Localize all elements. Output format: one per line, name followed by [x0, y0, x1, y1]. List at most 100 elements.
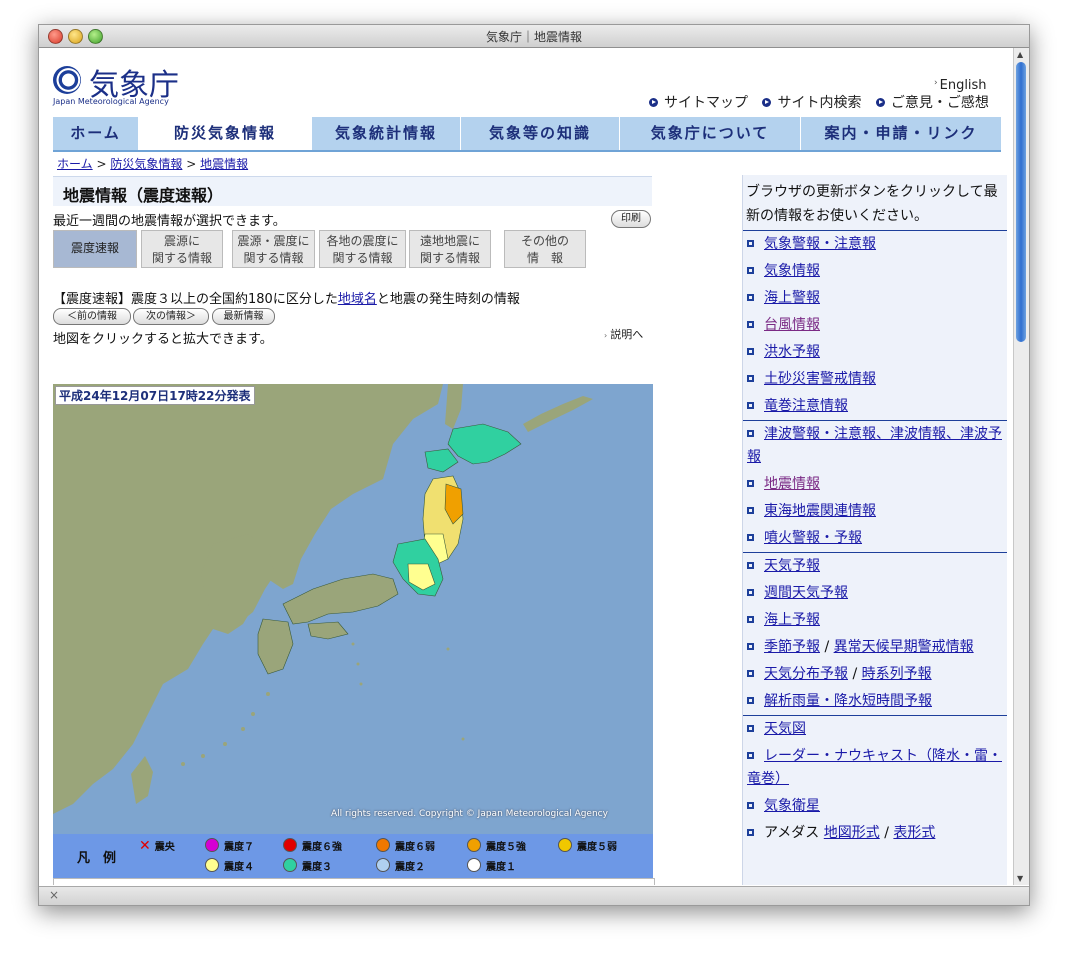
nav-home[interactable]: ホーム	[53, 117, 139, 150]
bullet-icon	[747, 480, 754, 487]
tab-local-intensity-info[interactable]: 各地の震度に 関する情報	[319, 230, 406, 268]
bullet-icon	[747, 697, 754, 704]
legend-item-3: 震度３	[283, 858, 332, 873]
tab-epicenter-info[interactable]: 震源に 関する情報	[141, 230, 223, 268]
nav-about[interactable]: 気象庁について	[620, 117, 801, 150]
feedback-link[interactable]: ご意見・ご感想	[875, 95, 989, 111]
bullet-icon	[747, 589, 754, 596]
breadcrumb-earthquake[interactable]: 地震情報	[200, 157, 248, 171]
tab-shindo-sokuho[interactable]: 震度速報	[53, 230, 137, 268]
legend-item-6plus: 震度６強	[283, 838, 342, 853]
sidebar-item: 天気図	[743, 716, 1007, 743]
breadcrumb-home[interactable]: ホーム	[57, 157, 93, 171]
next-info-button[interactable]: 次の情報＞	[133, 308, 209, 325]
explanation-link[interactable]: › 説明へ	[604, 326, 643, 342]
sidebar-item: 気象情報	[743, 258, 1007, 285]
sidebar-item: 台風情報	[743, 312, 1007, 339]
color-swatch-icon	[467, 858, 481, 872]
latest-info-button[interactable]: 最新情報	[212, 308, 275, 325]
color-swatch-icon	[376, 838, 390, 852]
bullet-icon	[747, 321, 754, 328]
color-swatch-icon	[467, 838, 481, 852]
link-satellite[interactable]: 気象衛星	[764, 798, 820, 814]
tab-epicenter-intensity-info[interactable]: 震源・震度に 関する情報	[232, 230, 315, 268]
legend-item-1: 震度１	[467, 858, 516, 873]
map-date-label: 平成24年12月07日17時22分発表	[55, 386, 255, 405]
intensity-map[interactable]: 平成24年12月07日17時22分発表 All rights reserved.…	[53, 384, 653, 834]
link-amedas-map[interactable]: 地図形式	[824, 825, 880, 841]
sidebar-item: 津波警報・注意報、津波情報、津波予報	[743, 421, 1007, 471]
print-button[interactable]: 印刷	[611, 210, 651, 228]
sidebar-item: 気象衛星	[743, 793, 1007, 820]
link-timeseries[interactable]: 時系列予報	[862, 666, 932, 682]
nav-guide-links[interactable]: 案内・申請・リンク	[801, 117, 1001, 150]
sakhalin-land	[445, 384, 463, 429]
scroll-thumb[interactable]	[1016, 62, 1026, 342]
prev-info-button[interactable]: ＜前の情報	[53, 308, 131, 325]
sidebar-item: 天気予報	[743, 553, 1007, 580]
color-swatch-icon	[376, 858, 390, 872]
link-weather-chart[interactable]: 天気図	[764, 721, 806, 737]
link-typhoon[interactable]: 台風情報	[764, 317, 820, 333]
sitemap-link[interactable]: サイトマップ	[649, 95, 748, 111]
link-marine-warnings[interactable]: 海上警報	[764, 290, 820, 306]
japan-map-graphic	[53, 384, 593, 814]
bullet-icon	[747, 375, 754, 382]
arrow-icon: ›	[934, 78, 938, 88]
sidebar-item: 天気分布予報 / 時系列予報	[743, 661, 1007, 688]
link-unusual-weather[interactable]: 異常天候早期警戒情報	[834, 639, 974, 655]
nav-statistics[interactable]: 気象統計情報	[312, 117, 461, 150]
scroll-up-icon[interactable]: ▲	[1017, 50, 1023, 59]
link-warnings[interactable]: 気象警報・注意報	[764, 236, 876, 252]
refresh-note: ブラウザの更新ボタンをクリックして最新の情報をお使いください。	[746, 184, 998, 224]
link-distribution[interactable]: 天気分布予報	[764, 666, 848, 682]
link-tornado[interactable]: 竜巻注意情報	[764, 398, 848, 414]
hokkaido-region	[447, 423, 522, 465]
nansei-islands	[181, 642, 465, 766]
tab-distant-quake-info[interactable]: 遠地地震に 関する情報	[409, 230, 491, 268]
link-weather-info[interactable]: 気象情報	[764, 263, 820, 279]
bullet-icon	[747, 534, 754, 541]
link-tsunami[interactable]: 津波警報・注意報、津波情報、津波予報	[747, 426, 1002, 465]
breadcrumb-disaster[interactable]: 防災気象情報	[110, 157, 182, 171]
click-tip: 地図をクリックすると拡大できます。	[53, 332, 273, 347]
kyushu-land	[257, 618, 294, 675]
close-icon[interactable]: ×	[49, 888, 59, 902]
link-volcano[interactable]: 噴火警報・予報	[764, 530, 862, 546]
below-legend-box	[53, 878, 655, 885]
link-earthquake[interactable]: 地震情報	[764, 476, 820, 492]
link-weekly[interactable]: 週間天気予報	[764, 585, 848, 601]
tab-other-info[interactable]: その他の 情 報	[504, 230, 586, 268]
sidebar-item: 東海地震関連情報	[743, 498, 1007, 525]
nav-knowledge[interactable]: 気象等の知識	[461, 117, 620, 150]
logo-subtitle: Japan Meteorological Agency	[53, 97, 169, 106]
nav-disaster-info[interactable]: 防災気象情報	[139, 117, 312, 150]
link-flood[interactable]: 洪水予報	[764, 344, 820, 360]
site-search-link[interactable]: サイト内検索	[762, 95, 861, 111]
description: 【震度速報】震度３以上の全国約180に区分した地域名と地震の発生時刻の情報	[53, 292, 520, 307]
english-link[interactable]: › English	[934, 78, 987, 93]
region-names-link[interactable]: 地域名	[338, 292, 377, 307]
link-marine-forecast[interactable]: 海上予報	[764, 612, 820, 628]
vertical-scrollbar[interactable]: ▲ ▼	[1013, 48, 1029, 885]
link-forecast[interactable]: 天気予報	[764, 558, 820, 574]
map-legend: 凡 例 ✕ 震央 震度７ 震度６強 震度６弱 震度５強 震度５弱 震度４ 震度３ …	[53, 834, 653, 878]
link-amedas-table[interactable]: 表形式	[893, 825, 935, 841]
link-tokai[interactable]: 東海地震関連情報	[764, 503, 876, 519]
legend-epicenter: ✕ 震央	[139, 838, 175, 854]
legend-item-2: 震度２	[376, 858, 425, 873]
bullet-icon	[649, 98, 658, 107]
sidebar-item: 海上警報	[743, 285, 1007, 312]
sidebar-item: 気象警報・注意報	[743, 231, 1007, 258]
page-title: 地震情報（震度速報）	[63, 186, 224, 205]
main-nav: ホーム 防災気象情報 気象統計情報 気象等の知識 気象庁について 案内・申請・リ…	[53, 117, 1001, 152]
link-landslide[interactable]: 土砂災害警戒情報	[764, 371, 876, 387]
sidebar-item: 海上予報	[743, 607, 1007, 634]
link-seasonal[interactable]: 季節予報	[764, 639, 820, 655]
sidebar-item: レーダー・ナウキャスト（降水・雷・竜巻）	[743, 743, 1007, 793]
scroll-down-icon[interactable]: ▼	[1017, 874, 1023, 883]
link-analysis-rain[interactable]: 解析雨量・降水短時間予報	[764, 693, 932, 709]
sidebar-item: 噴火警報・予報	[743, 525, 1007, 552]
link-radar[interactable]: レーダー・ナウキャスト（降水・雷・竜巻）	[747, 748, 1002, 787]
bullet-icon	[747, 402, 754, 409]
